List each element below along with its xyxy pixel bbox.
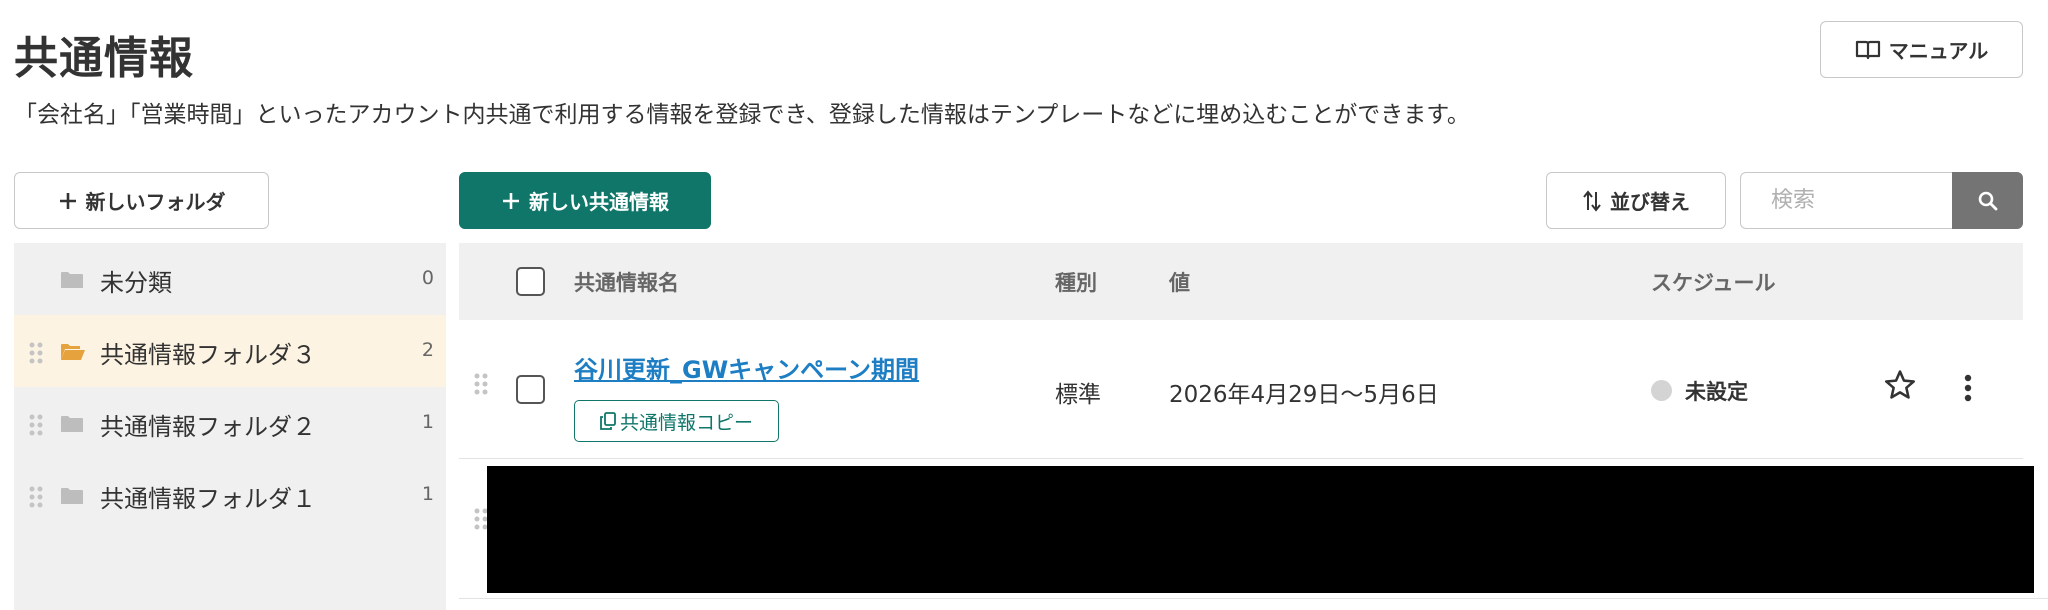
folder-count: 0 [421, 267, 434, 289]
column-header-value: 値 [1169, 271, 1190, 295]
manual-button[interactable]: マニュアル [1820, 21, 2023, 78]
redacted-row-content [487, 466, 2034, 593]
copy-icon [600, 412, 616, 430]
folder-label: 共通情報フォルダ３ [100, 341, 316, 369]
folder-item-uncategorized[interactable]: 未分類 0 [14, 243, 446, 315]
plus-icon [503, 192, 519, 209]
search-box [1740, 172, 2023, 229]
schedule-status-dot [1651, 380, 1672, 401]
info-name-link[interactable]: 谷川更新_GWキャンペーン期間 [574, 350, 919, 385]
new-folder-button[interactable]: 新しいフォルダ [14, 172, 269, 229]
folder-icon [61, 416, 83, 432]
info-type: 標準 [1055, 382, 1101, 408]
search-icon [1978, 191, 1997, 210]
drag-handle-icon[interactable] [28, 413, 44, 437]
search-button[interactable] [1952, 172, 2023, 229]
sort-button[interactable]: 並び替え [1546, 172, 1726, 229]
column-header-name: 共通情報名 [574, 271, 679, 295]
manual-label: マニュアル [1888, 39, 1989, 63]
folder-icon [61, 488, 83, 504]
folder-count: 2 [421, 339, 434, 361]
folder-count: 1 [421, 483, 434, 505]
folder-label: 共通情報フォルダ１ [100, 485, 316, 513]
page-title: 共通情報 [14, 33, 194, 84]
folder-item-folder-3[interactable]: 共通情報フォルダ３ 2 [14, 315, 446, 387]
book-icon [1855, 40, 1880, 59]
sort-label: 並び替え [1610, 190, 1690, 214]
folder-label: 未分類 [100, 269, 172, 297]
plus-icon [59, 192, 76, 209]
table-row: 谷川更新_GWキャンペーン期間 共通情報コピー 標準 2026年4月29日〜5月… [459, 320, 2023, 459]
more-options-icon[interactable] [1964, 374, 1972, 402]
column-header-type: 種別 [1055, 271, 1097, 295]
folder-label: 共通情報フォルダ２ [100, 413, 316, 441]
copy-info-label: 共通情報コピー [619, 411, 753, 434]
drag-handle-icon[interactable] [28, 485, 44, 509]
folder-item-folder-1[interactable]: 共通情報フォルダ１ 1 [14, 459, 446, 531]
table-row [459, 459, 2048, 599]
drag-handle-icon[interactable] [473, 372, 489, 396]
info-value: 2026年4月29日〜5月6日 [1169, 382, 1439, 408]
new-info-label: 新しい共通情報 [529, 190, 669, 214]
new-folder-label: 新しいフォルダ [85, 190, 226, 214]
row-checkbox[interactable] [516, 375, 545, 404]
drag-handle-icon[interactable] [28, 341, 44, 365]
column-header-schedule: スケジュール [1651, 271, 1776, 295]
schedule-status: 未設定 [1685, 380, 1748, 404]
copy-info-button[interactable]: 共通情報コピー [574, 400, 779, 442]
folder-sidebar: 未分類 0 共通情報フォルダ３ 2 共通情報フォルダ２ 1 共通情報フォルダ１ … [14, 243, 446, 610]
search-input[interactable] [1740, 172, 1952, 229]
page-description: 「会社名」「営業時間」といったアカウント内共通で利用する情報を登録でき、登録した… [14, 102, 1470, 128]
folder-open-icon [61, 344, 85, 360]
new-info-button[interactable]: 新しい共通情報 [459, 172, 711, 229]
folder-icon [61, 272, 83, 288]
folder-item-folder-2[interactable]: 共通情報フォルダ２ 1 [14, 387, 446, 459]
sort-icon [1583, 189, 1601, 212]
table-header: 共通情報名 種別 値 スケジュール [459, 243, 2023, 320]
select-all-checkbox[interactable] [516, 267, 545, 296]
star-icon[interactable] [1883, 368, 1917, 402]
folder-count: 1 [421, 411, 434, 433]
